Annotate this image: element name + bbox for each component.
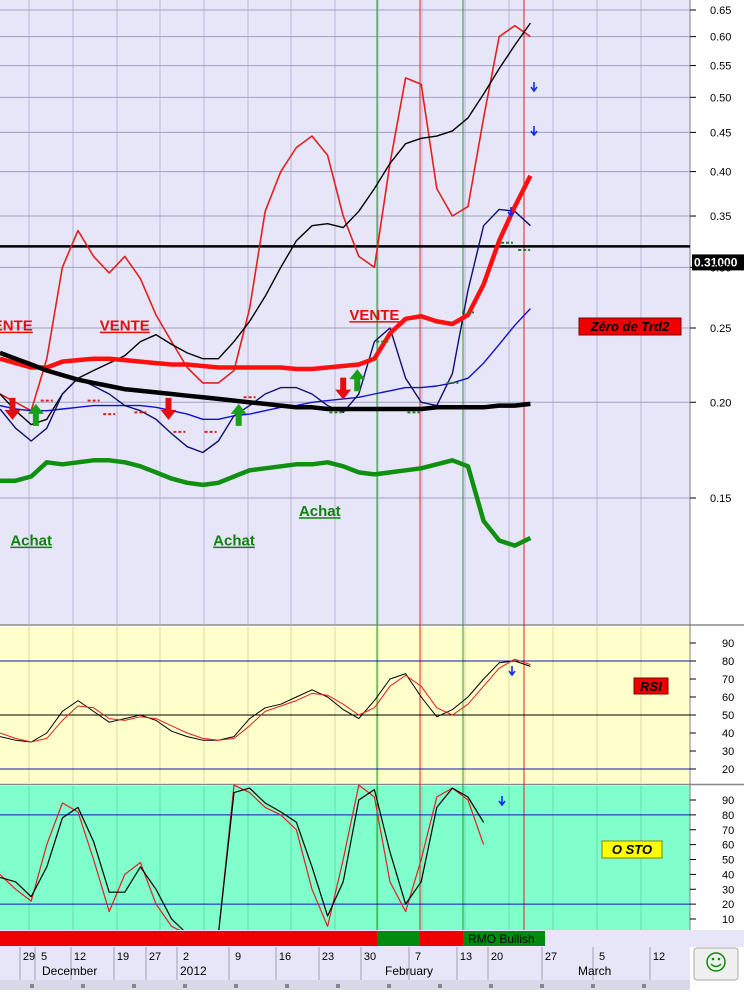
rsi-tick-label: 40 xyxy=(722,728,734,740)
x-tick-label: 23 xyxy=(322,951,334,963)
price-panel-bg xyxy=(0,0,690,624)
rsi-tick-label: 30 xyxy=(722,746,734,758)
scrollbar-tick xyxy=(285,984,289,988)
x-tick-label: 12 xyxy=(74,951,86,963)
sto-tick-label: 90 xyxy=(722,795,734,807)
rmo-status-strip xyxy=(0,931,545,946)
rsi-axis-bg xyxy=(690,627,744,783)
x-tick-label: 13 xyxy=(460,951,472,963)
trading-chart: 0.31000 VENTEVENTEVENTEAchatAchatAchat 0… xyxy=(0,0,744,990)
rsi-tick-label: 70 xyxy=(722,674,734,686)
x-tick-label: 27 xyxy=(545,951,557,963)
trd2-legend: Zéro de Trd2 xyxy=(590,319,670,334)
price-tick-label: 0.60 xyxy=(710,32,731,44)
x-tick-label: 7 xyxy=(415,951,421,963)
smiley-icon[interactable] xyxy=(693,947,739,981)
rsi-tick-label: 80 xyxy=(722,656,734,668)
rsi-tick-label: 90 xyxy=(722,638,734,650)
price-tick-label: 0.50 xyxy=(710,92,731,104)
price-tick-label: 0.55 xyxy=(710,61,731,73)
signal-label: Achat xyxy=(10,533,52,550)
price-tick-label: 0.15 xyxy=(710,493,731,505)
price-tick-label: 0.25 xyxy=(710,323,731,335)
scrollbar-tick xyxy=(30,984,34,988)
price-tick-label: 0.45 xyxy=(710,127,731,139)
scrollbar-tick xyxy=(489,984,493,988)
rsi-tick-label: 60 xyxy=(722,692,734,704)
scrollbar-tick xyxy=(387,984,391,988)
sto-axis-bg xyxy=(690,786,744,930)
sto-legend: O STO xyxy=(612,842,652,857)
x-tick-label: 2 xyxy=(183,951,189,963)
signal-label: VENTE xyxy=(349,307,399,324)
x-tick-label: 12 xyxy=(653,951,665,963)
sto-tick-label: 30 xyxy=(722,884,734,896)
chart-window: 0.31000 VENTEVENTEVENTEAchatAchatAchat 0… xyxy=(0,0,744,990)
signal-label: VENTE xyxy=(100,318,150,335)
x-month-label: December xyxy=(42,964,97,978)
scrollbar-tick xyxy=(81,984,85,988)
rmo-status-segment xyxy=(377,931,420,946)
price-tick-label: 0.40 xyxy=(710,167,731,179)
price-tick-label: 0.35 xyxy=(710,211,731,223)
scrollbar-tick xyxy=(591,984,595,988)
price-tick-label: 0.30 xyxy=(710,262,731,274)
price-tick-label: 0.20 xyxy=(710,397,731,409)
rsi-tick-label: 50 xyxy=(722,710,734,722)
sto-tick-label: 10 xyxy=(722,914,734,926)
scrollbar-tick xyxy=(336,984,340,988)
rmo-status-segment xyxy=(0,931,377,946)
sto-tick-label: 50 xyxy=(722,855,734,867)
x-month-label: February xyxy=(385,964,433,978)
rsi-tick-label: 20 xyxy=(722,764,734,776)
sto-tick-label: 80 xyxy=(722,810,734,822)
sto-tick-label: 60 xyxy=(722,840,734,852)
x-tick-label: 16 xyxy=(279,951,291,963)
price-tick-label: 0.65 xyxy=(710,5,731,17)
scrollbar-tick xyxy=(642,984,646,988)
sto-tick-label: 70 xyxy=(722,825,734,837)
x-tick-label: 29 xyxy=(23,951,35,963)
x-month-label: 2012 xyxy=(180,964,207,978)
x-tick-label: 5 xyxy=(41,951,47,963)
scrollbar-tick xyxy=(132,984,136,988)
rsi-legend: RSI xyxy=(640,679,662,694)
sto-tick-label: 40 xyxy=(722,869,734,881)
x-tick-label: 5 xyxy=(599,951,605,963)
scrollbar-tick xyxy=(438,984,442,988)
x-tick-label: 27 xyxy=(149,951,161,963)
x-tick-label: 30 xyxy=(364,951,376,963)
x-tick-label: 20 xyxy=(491,951,503,963)
x-month-label: March xyxy=(578,964,611,978)
sto-panel-bg xyxy=(0,786,690,930)
x-tick-label: 9 xyxy=(235,951,241,963)
scrollbar[interactable] xyxy=(0,980,690,990)
signal-label: Achat xyxy=(213,533,255,550)
x-tick-label: 19 xyxy=(117,951,129,963)
scrollbar-tick xyxy=(183,984,187,988)
rmo-status-segment xyxy=(420,931,463,946)
scrollbar-tick xyxy=(234,984,238,988)
rmo-status-label: RMO Bullish xyxy=(468,932,535,946)
signal-label: VENTE xyxy=(0,318,33,335)
sto-tick-label: 20 xyxy=(722,899,734,911)
signal-label: Achat xyxy=(299,503,341,520)
scrollbar-tick xyxy=(540,984,544,988)
